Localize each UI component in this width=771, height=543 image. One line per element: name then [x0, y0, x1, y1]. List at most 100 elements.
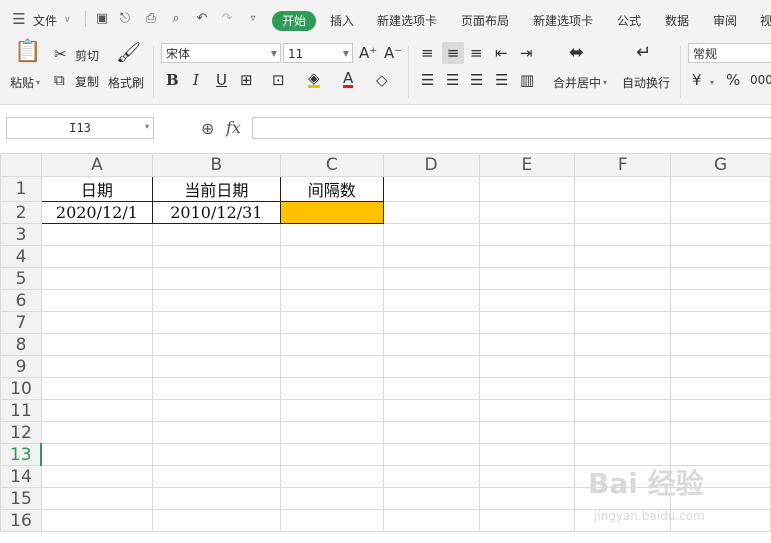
percent-button[interactable]: % [726, 71, 740, 89]
wrap-text-icon[interactable]: ↵ [636, 44, 651, 62]
cell[interactable] [151, 421, 281, 444]
cell[interactable] [151, 223, 281, 246]
cell-a1[interactable]: 日期 [40, 176, 153, 202]
tab-data[interactable]: 数据 [665, 12, 689, 29]
scissors-icon[interactable]: ✂ [54, 45, 67, 63]
format-painter-button[interactable]: 格式刷 [108, 74, 144, 91]
cell[interactable] [279, 223, 384, 246]
cell[interactable] [151, 311, 281, 334]
cell[interactable] [279, 465, 384, 488]
cell[interactable] [574, 333, 672, 356]
cell[interactable] [40, 399, 153, 422]
tab-formulas[interactable]: 公式 [617, 12, 641, 29]
cell[interactable] [574, 289, 672, 312]
cell[interactable] [574, 421, 672, 444]
cell[interactable] [670, 267, 771, 290]
cell[interactable] [382, 245, 480, 268]
cell[interactable] [382, 201, 480, 224]
cell[interactable] [151, 487, 281, 510]
tab-new-2[interactable]: 新建选项卡 [533, 12, 593, 29]
cell[interactable] [279, 355, 384, 378]
tab-review[interactable]: 审阅 [713, 12, 737, 29]
cell[interactable] [478, 333, 576, 356]
column-header-g[interactable]: G [670, 153, 771, 177]
cell[interactable] [670, 333, 771, 356]
cell[interactable] [279, 377, 384, 400]
cell[interactable] [382, 311, 480, 334]
bold-button[interactable]: B [166, 71, 179, 89]
cell-b1[interactable]: 当前日期 [151, 176, 281, 202]
cell[interactable] [382, 377, 480, 400]
font-name-select[interactable]: 宋体 ▼ [161, 43, 281, 63]
cell[interactable] [40, 289, 153, 312]
copy-button[interactable]: 复制 [75, 73, 99, 90]
cell[interactable] [670, 289, 771, 312]
column-header-f[interactable]: F [574, 153, 672, 177]
cell[interactable] [574, 176, 672, 202]
chevron-down-icon[interactable]: ∨ [64, 15, 71, 25]
undo-icon[interactable]: ↶ [195, 12, 209, 26]
fx-button[interactable]: fx [226, 118, 241, 137]
row-header[interactable]: 2 [0, 201, 42, 224]
clear-format-icon[interactable]: ◇ [376, 71, 388, 89]
cell[interactable] [382, 443, 480, 466]
row-header[interactable]: 5 [0, 267, 42, 290]
thousands-button[interactable]: 000 [750, 71, 771, 89]
row-header[interactable]: 16 [0, 509, 42, 532]
row-header[interactable]: 1 [0, 176, 42, 202]
tab-view[interactable]: 视 [760, 12, 771, 29]
hamburger-menu-icon[interactable]: ☰ [12, 12, 26, 27]
cell-b2[interactable]: 2010/12/31 [151, 201, 281, 224]
cell[interactable] [279, 443, 384, 466]
paste-button[interactable]: 粘贴 [10, 74, 34, 91]
row-header[interactable]: 14 [0, 465, 42, 488]
zoom-search-icon[interactable]: ⊕ [201, 119, 214, 138]
chevron-down-icon[interactable]: ▾ [710, 78, 714, 87]
cell[interactable] [151, 355, 281, 378]
column-header-b[interactable]: B [151, 153, 281, 177]
cell[interactable] [478, 487, 576, 510]
cell[interactable] [670, 355, 771, 378]
fill-color-icon[interactable]: ◈ [308, 71, 320, 88]
cell[interactable] [279, 487, 384, 510]
increase-indent-icon[interactable]: ⇥ [520, 44, 533, 62]
cut-button[interactable]: 剪切 [75, 47, 99, 64]
cell[interactable] [40, 245, 153, 268]
select-all-corner[interactable] [0, 153, 42, 177]
paste-dropdown-icon[interactable]: ▾ [36, 78, 40, 87]
align-left-icon[interactable]: ☰ [421, 71, 434, 89]
cell[interactable] [40, 355, 153, 378]
cell[interactable] [382, 267, 480, 290]
column-header-c[interactable]: C [279, 153, 384, 177]
cell[interactable] [40, 223, 153, 246]
cell[interactable] [574, 267, 672, 290]
cell[interactable] [279, 245, 384, 268]
cell[interactable] [574, 355, 672, 378]
cell[interactable] [382, 509, 480, 532]
print-icon[interactable]: ⎙ [144, 12, 158, 26]
cell[interactable] [40, 333, 153, 356]
cell[interactable] [40, 465, 153, 488]
cell[interactable] [670, 311, 771, 334]
cell-a2[interactable]: 2020/12/1 [40, 201, 153, 224]
cell[interactable] [382, 399, 480, 422]
redo-icon[interactable]: ↷ [220, 12, 234, 26]
row-header[interactable]: 9 [0, 355, 42, 378]
cell[interactable] [382, 289, 480, 312]
column-header-a[interactable]: A [40, 153, 153, 177]
cell[interactable] [382, 333, 480, 356]
increase-font-icon[interactable]: A⁺ [359, 44, 377, 62]
row-header[interactable]: 11 [0, 399, 42, 422]
cell[interactable] [382, 176, 480, 202]
cell[interactable] [279, 311, 384, 334]
cell[interactable] [151, 245, 281, 268]
cell[interactable] [574, 245, 672, 268]
column-header-e[interactable]: E [478, 153, 576, 177]
cell[interactable] [478, 399, 576, 422]
row-header[interactable]: 3 [0, 223, 42, 246]
cell[interactable] [151, 465, 281, 488]
cell[interactable] [478, 509, 576, 532]
cell[interactable] [151, 377, 281, 400]
cell[interactable] [478, 465, 576, 488]
cell-style-icon[interactable]: ⊡ [272, 71, 285, 89]
